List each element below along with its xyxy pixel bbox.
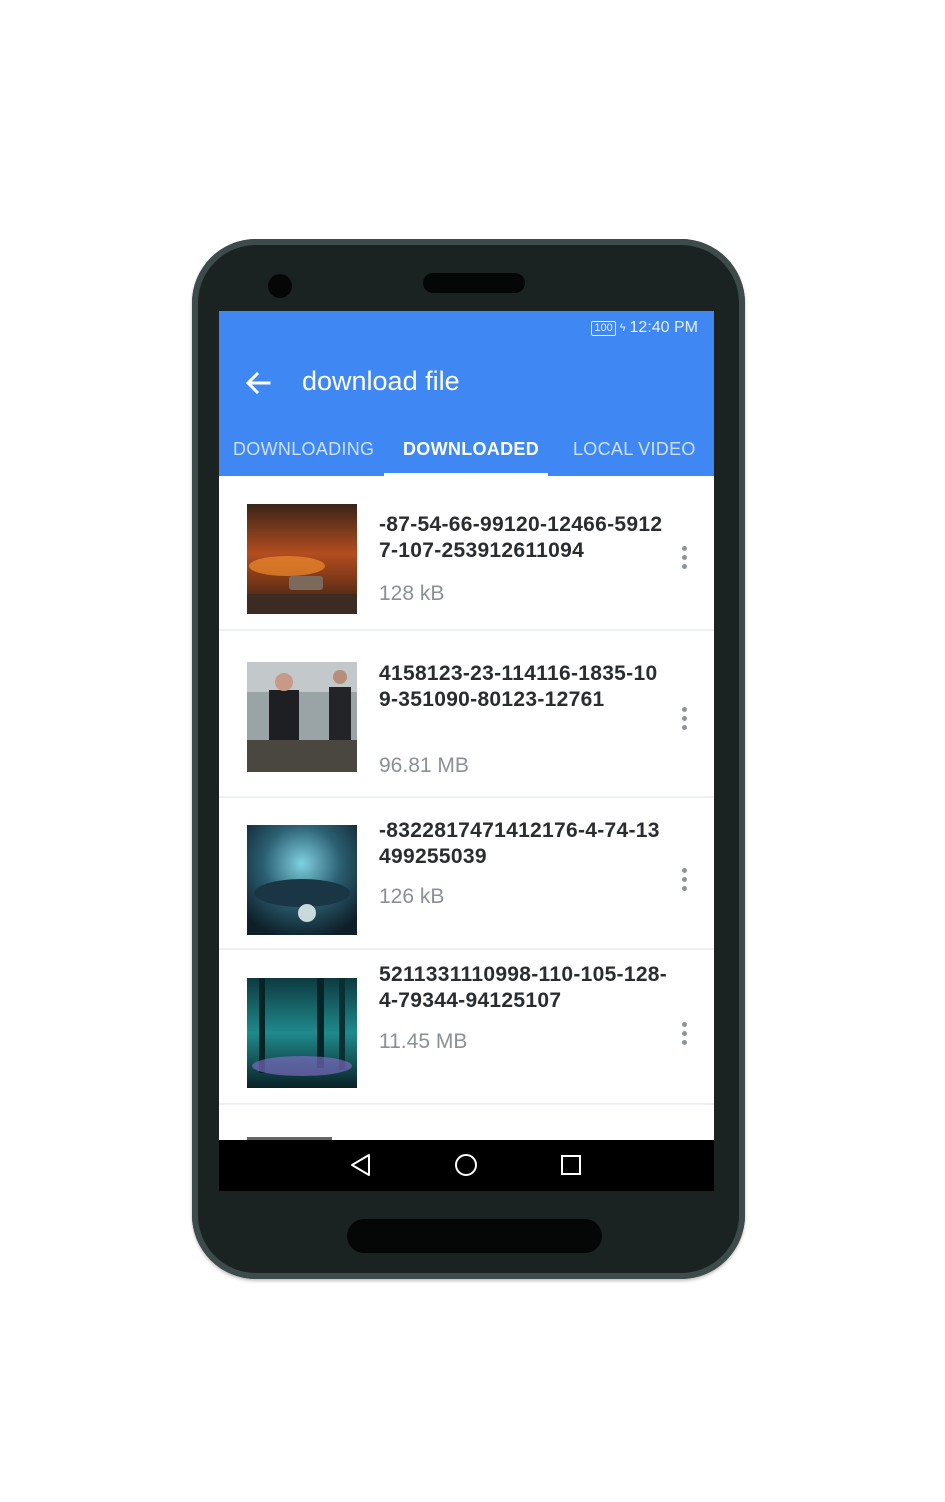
tab-downloading[interactable]: DOWNLOADING (233, 439, 374, 460)
file-name: 4158123-23-114116-1835-109-351090-80123-… (379, 662, 658, 711)
system-nav-bar (219, 1140, 714, 1191)
video-thumbnail (247, 825, 357, 935)
video-thumbnail (247, 978, 357, 1088)
list-item[interactable]: 5211331110998-110-105-128-4-79344-941251… (219, 950, 714, 1105)
phone-chin (347, 1219, 602, 1253)
arrow-left-icon[interactable] (241, 366, 275, 400)
earpiece-speaker (423, 273, 525, 293)
recents-square-icon[interactable] (557, 1151, 585, 1179)
more-vertical-icon[interactable] (677, 546, 691, 572)
status-bar: 100 ϟ 12:40 PM (591, 319, 698, 337)
status-time: 12:40 PM (629, 319, 698, 336)
app-bar: 100 ϟ 12:40 PM download file DOWNLOADING… (219, 311, 714, 476)
charging-icon: ϟ (619, 322, 626, 334)
more-vertical-icon[interactable] (677, 1022, 691, 1048)
more-vertical-icon[interactable] (677, 707, 691, 733)
downloaded-file-list: -87-54-66-99120-12466-59127-107-25391261… (219, 476, 714, 1140)
front-camera (268, 274, 292, 298)
app-screen: 100 ϟ 12:40 PM download file DOWNLOADING… (219, 311, 714, 1191)
home-circle-icon[interactable] (452, 1151, 480, 1179)
file-name: -8322817471412176-4-74-13499255039 (379, 819, 660, 868)
list-item[interactable]: -8322817471412176-4-74-13499255039 126 k… (219, 798, 714, 950)
file-name: 5211331110998-110-105-128-4-79344-941251… (379, 963, 668, 1012)
tab-downloaded[interactable]: DOWNLOADED (403, 439, 539, 460)
list-item[interactable]: -87-54-66-99120-12466-59127-107-25391261… (219, 476, 714, 631)
file-size: 96.81 MB (379, 754, 469, 777)
file-size: 128 kB (379, 582, 445, 605)
battery-icon: 100 (591, 320, 616, 336)
back-triangle-icon[interactable] (347, 1151, 375, 1179)
video-thumbnail (247, 504, 357, 614)
file-name: -87-54-66-99120-12466-59127-107-25391261… (379, 513, 663, 562)
page-title: download file (302, 366, 460, 396)
file-size: 11.45 MB (379, 1030, 468, 1053)
list-item[interactable]: 4158123-23-114116-1835-109-351090-80123-… (219, 631, 714, 798)
more-vertical-icon[interactable] (677, 868, 691, 894)
tab-local-video[interactable]: LOCAL VIDEO (573, 439, 696, 460)
tab-bar: DOWNLOADING DOWNLOADED LOCAL VIDEO (219, 433, 714, 476)
file-size: 126 kB (379, 885, 445, 908)
video-thumbnail (247, 662, 357, 772)
